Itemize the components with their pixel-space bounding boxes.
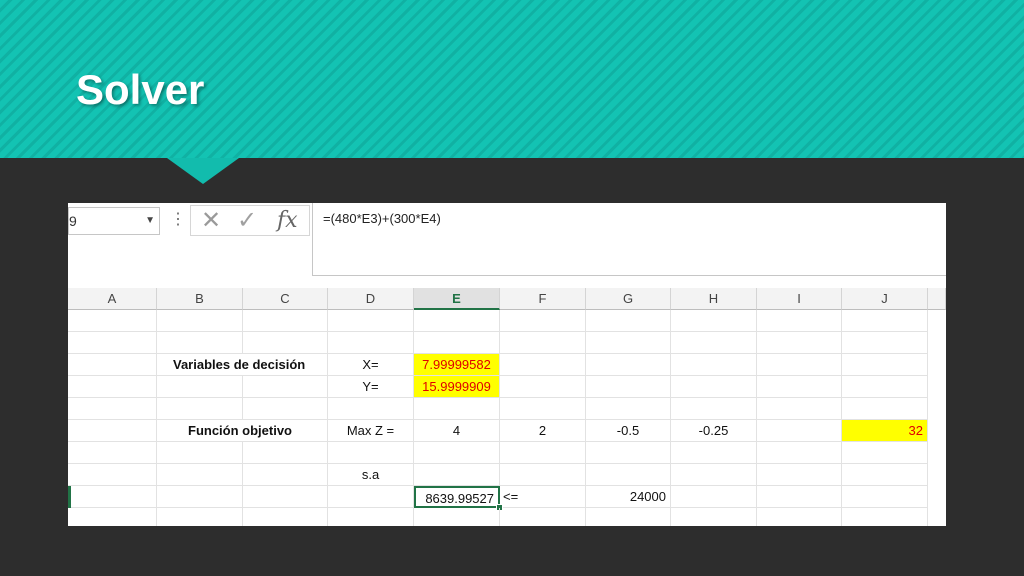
more-options-icon[interactable]: ⋮ [170,209,186,229]
column-header-j[interactable]: J [842,288,928,310]
slide-title: Solver [76,66,205,113]
column-header-a[interactable]: A [68,288,157,310]
column-header-g[interactable]: G [586,288,671,310]
check-icon[interactable]: ✓ [237,206,257,235]
formula-buttons: ✕ ✓ fx [190,205,310,236]
column-header-e[interactable]: E [414,288,500,310]
formula-text: =(480*E3)+(300*E4) [323,211,441,226]
column-header-f[interactable]: F [500,288,586,310]
cancel-icon[interactable]: ✕ [201,206,221,235]
y-value-cell[interactable]: 15.9999909 [414,376,500,398]
x-value-cell[interactable]: 7.99999582 [414,354,500,376]
subject-to-label[interactable]: s.a [328,464,414,486]
column-header-d[interactable]: D [328,288,414,310]
name-box-value: 9 [69,213,77,229]
column-header-b[interactable]: B [157,288,243,310]
name-box[interactable]: 9 ▼ [68,207,160,235]
y-label[interactable]: Y= [328,376,414,398]
chevron-down-icon[interactable]: ▼ [145,208,155,234]
column-header-i[interactable]: I [757,288,842,310]
objective-result-cell[interactable]: 32 [842,420,928,442]
formula-bar[interactable]: =(480*E3)+(300*E4) [312,203,946,276]
constraint-operator-cell[interactable]: <= [500,486,586,508]
objective-function-label[interactable]: Función objetivo [157,420,292,442]
coef-f-cell[interactable]: 2 [500,420,586,442]
coef-e-cell[interactable]: 4 [414,420,500,442]
x-label[interactable]: X= [328,354,414,376]
excel-screenshot: 9 ▼ ⋮ ✕ ✓ fx =(480*E3)+(300*E4) A B C D … [68,203,946,526]
constraint-rhs-cell[interactable]: 24000 [586,486,671,508]
column-header-h[interactable]: H [671,288,757,310]
coef-g-cell[interactable]: -0.5 [586,420,671,442]
banner-notch [167,158,239,184]
insert-function-icon[interactable]: fx [277,206,298,235]
decision-variables-label[interactable]: Variables de decisión [157,354,305,376]
column-header-c[interactable]: C [243,288,328,310]
constraint-lhs-cell[interactable]: 8639.99527 [414,486,500,508]
max-z-label[interactable]: Max Z = [328,420,414,442]
coef-h-cell[interactable]: -0.25 [671,420,757,442]
